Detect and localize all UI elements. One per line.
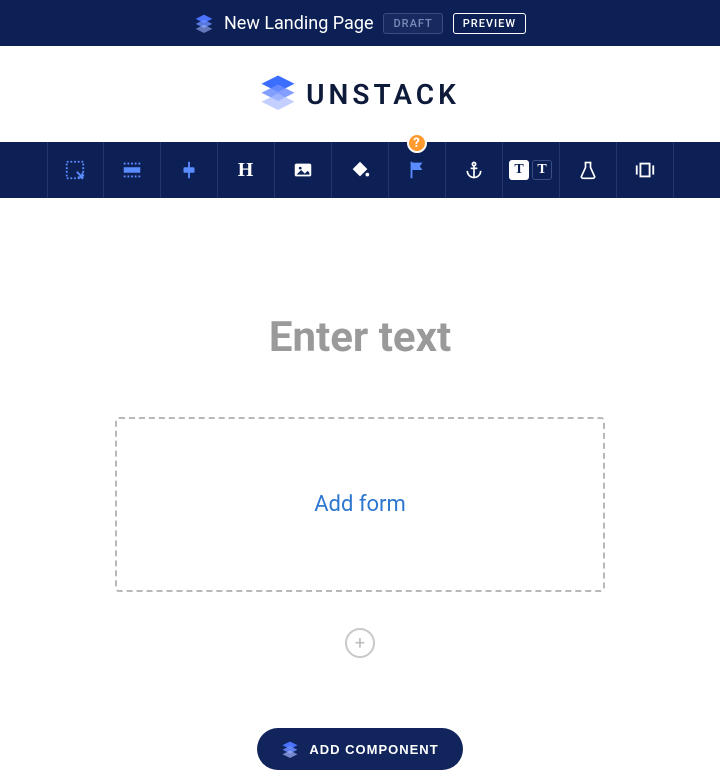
brand-name: UNSTACK [306, 78, 460, 111]
resize-icon [64, 159, 86, 181]
top-header-bar: New Landing Page DRAFT PREVIEW [0, 0, 720, 46]
page-title: New Landing Page [224, 13, 374, 34]
editor-toolbar: H ? [0, 142, 720, 198]
tool-text-style[interactable]: T T [503, 142, 560, 198]
flag-icon [406, 159, 428, 181]
tool-heading[interactable]: H [218, 142, 275, 198]
tool-resize[interactable] [47, 142, 104, 198]
headline-placeholder[interactable]: Enter text [269, 313, 451, 362]
status-badge-draft: DRAFT [383, 13, 442, 34]
tool-section[interactable] [104, 142, 161, 198]
heading-icon: H [238, 159, 254, 182]
tool-background[interactable] [332, 142, 389, 198]
help-badge-icon[interactable]: ? [407, 133, 427, 153]
tool-image[interactable] [275, 142, 332, 198]
page-canvas: Enter text Add form + ADD COMPONENT [0, 198, 720, 770]
add-section-button[interactable]: + [345, 628, 375, 658]
form-dropzone[interactable]: Add form [115, 417, 605, 592]
section-icon [121, 159, 143, 181]
tool-flag[interactable]: ? [389, 142, 446, 198]
unstack-logo-icon [194, 13, 214, 33]
tool-anchor[interactable] [446, 142, 503, 198]
align-center-icon [178, 159, 200, 181]
preview-button[interactable]: PREVIEW [453, 13, 526, 34]
tool-layout[interactable] [617, 142, 674, 198]
tool-align[interactable] [161, 142, 218, 198]
add-component-button[interactable]: ADD COMPONENT [257, 728, 462, 770]
text-style-icon: T T [509, 160, 552, 180]
unstack-logo-icon [260, 74, 296, 114]
image-icon [292, 159, 314, 181]
unstack-logo-icon [281, 740, 299, 758]
brand-area: UNSTACK [0, 46, 720, 142]
beaker-icon [578, 160, 598, 180]
plus-icon: + [355, 633, 365, 654]
tool-experiment[interactable] [560, 142, 617, 198]
carousel-icon [634, 159, 656, 181]
add-component-label: ADD COMPONENT [309, 742, 438, 757]
anchor-icon [464, 160, 484, 180]
form-dropzone-label: Add form [314, 492, 406, 517]
paint-bucket-icon [349, 159, 371, 181]
